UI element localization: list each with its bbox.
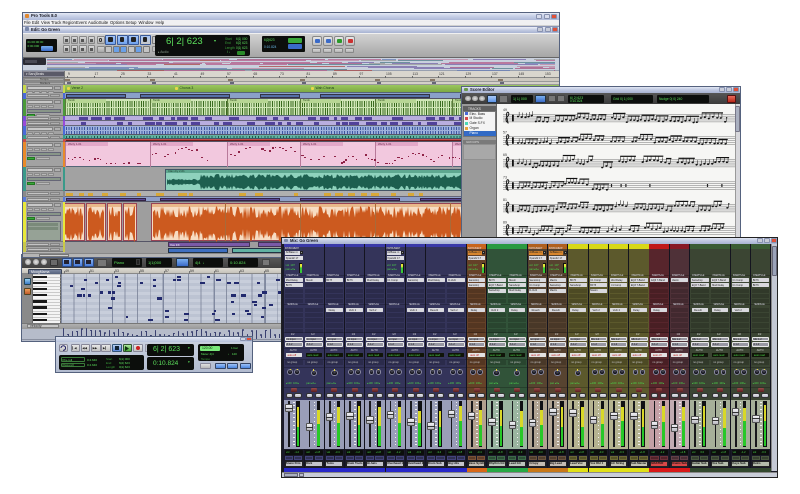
svg-text:57: 57 — [503, 131, 507, 135]
svg-text:73: 73 — [503, 176, 507, 180]
svg-text:49: 49 — [503, 108, 507, 112]
svg-text:89: 89 — [503, 221, 507, 225]
svg-text:65: 65 — [503, 153, 507, 157]
svg-text:81: 81 — [503, 198, 507, 202]
